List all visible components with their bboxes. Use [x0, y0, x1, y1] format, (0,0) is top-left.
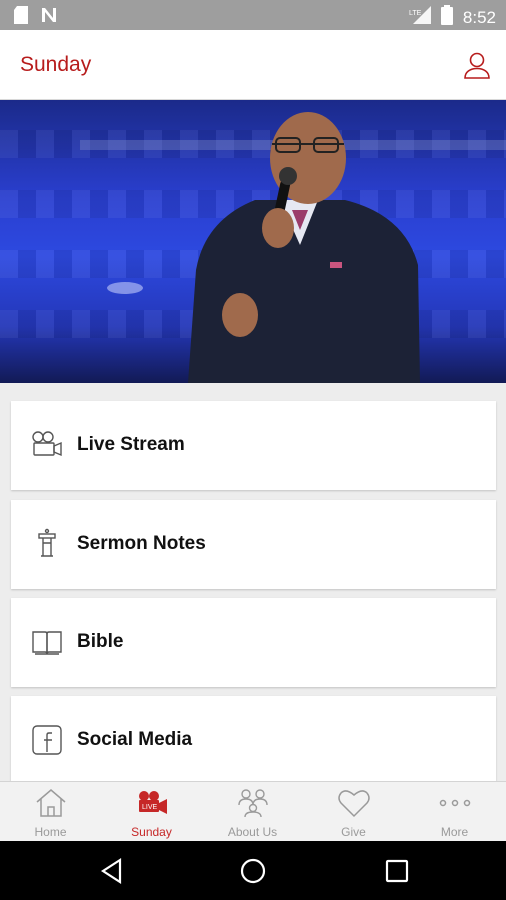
tab-label: Sunday — [131, 825, 172, 839]
svg-text:LIVE: LIVE — [142, 804, 158, 811]
tab-give[interactable]: Give — [303, 782, 404, 842]
tab-about-us[interactable]: About Us — [202, 782, 303, 842]
lte-signal-icon: LTE — [409, 6, 431, 29]
notification-n-icon — [40, 6, 58, 29]
podium-icon — [31, 528, 63, 560]
back-triangle-icon — [100, 857, 122, 885]
home-icon — [34, 788, 68, 818]
sermon-notes-item[interactable]: Sermon Notes — [11, 500, 496, 589]
hero-image — [0, 100, 506, 383]
tab-sunday[interactable]: LIVE Sunday — [101, 782, 202, 842]
app-bar: Sunday — [0, 30, 506, 100]
status-time: 8:52 — [462, 7, 496, 27]
menu-item-label: Social Media — [77, 729, 193, 750]
tab-label: More — [440, 825, 469, 839]
live-stream-item[interactable]: Live Stream — [11, 401, 496, 490]
tab-bar: Home LIVE Sunday About Us Give More — [0, 781, 506, 841]
home-nav-button[interactable] — [239, 857, 267, 885]
recents-square-icon — [385, 859, 409, 883]
social-media-item[interactable]: Social Media — [11, 696, 496, 781]
people-icon — [236, 788, 270, 818]
status-bar: LTE 8:52 — [0, 0, 506, 30]
video-camera-icon: LIVE — [135, 788, 169, 818]
tab-label: Home — [34, 825, 67, 839]
tab-label: Give — [341, 825, 366, 839]
battery-icon — [440, 5, 453, 30]
user-icon — [464, 52, 490, 79]
menu-list: Live Stream Sermon Notes Bible Social Me… — [0, 383, 506, 781]
bible-item[interactable]: Bible — [11, 598, 496, 687]
video-camera-icon — [31, 429, 63, 461]
recents-button[interactable] — [383, 857, 411, 885]
back-button[interactable] — [98, 857, 126, 885]
sd-card-icon — [14, 6, 28, 29]
home-circle-icon — [240, 858, 266, 884]
tab-home[interactable]: Home — [0, 782, 101, 842]
facebook-icon — [31, 724, 63, 756]
tab-more[interactable]: More — [404, 782, 505, 842]
more-dots-icon — [438, 788, 472, 818]
open-book-icon — [31, 626, 63, 658]
tab-label: About Us — [227, 825, 278, 839]
system-nav-bar — [0, 841, 506, 900]
menu-item-label: Bible — [77, 631, 124, 652]
profile-button[interactable] — [462, 50, 492, 80]
menu-item-label: Live Stream — [77, 434, 185, 455]
heart-icon — [337, 788, 371, 818]
page-title: Sunday — [20, 53, 92, 76]
menu-item-label: Sermon Notes — [77, 533, 206, 554]
svg-text:LTE: LTE — [409, 10, 422, 17]
speaker-figure — [80, 112, 506, 383]
